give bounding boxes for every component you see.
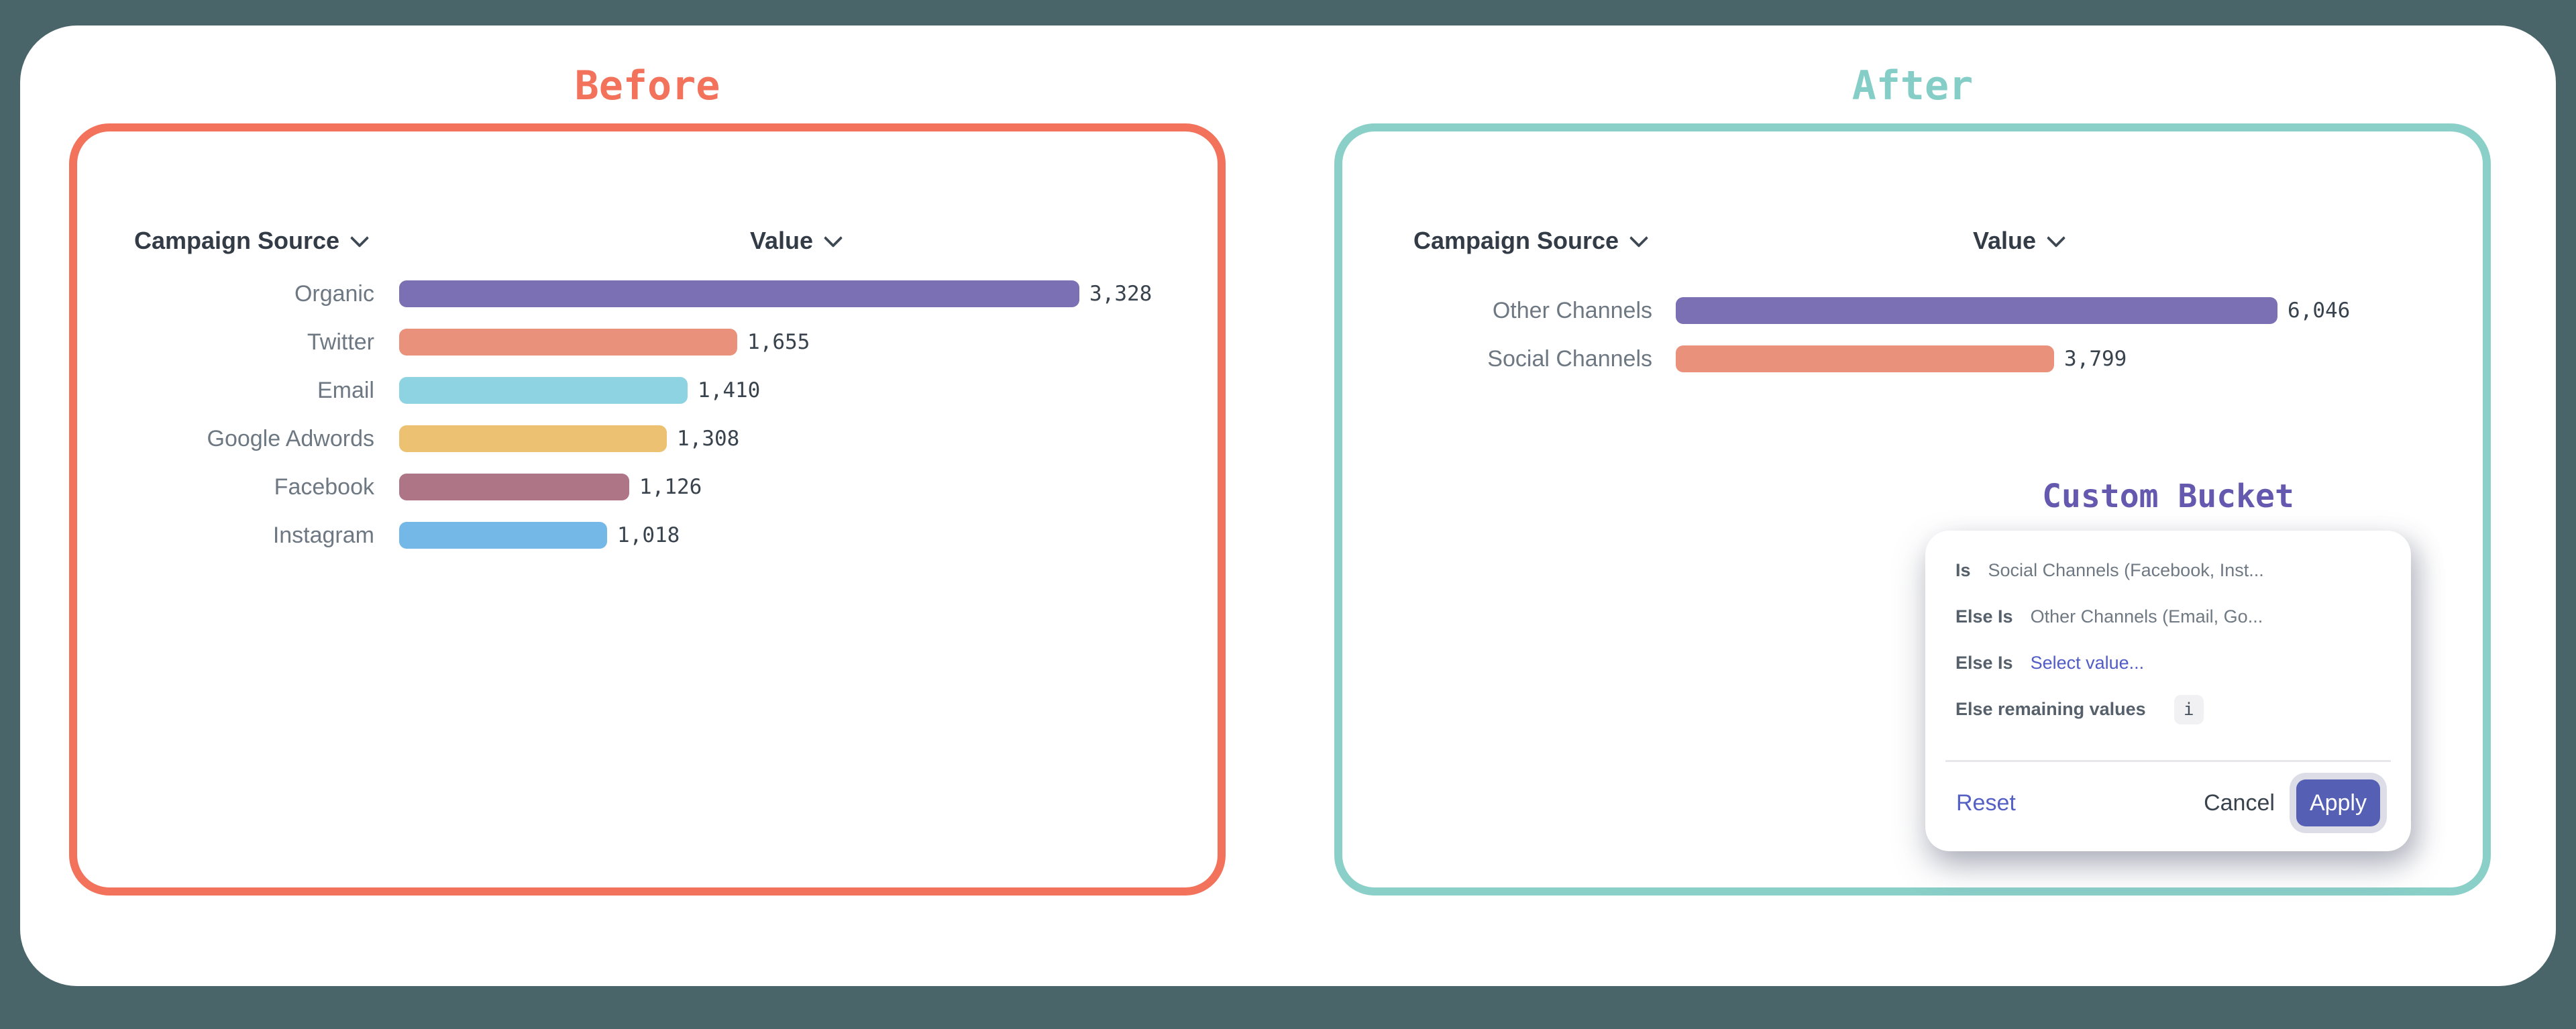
before-bar-chart: Organic 3,328 Twitter 1,655 Email 1,410 Google…	[77, 270, 1152, 559]
category-label: Twitter	[77, 329, 374, 356]
column-header-label: Campaign Source	[134, 227, 339, 254]
dialog-footer: Reset Cancel Apply	[1925, 779, 2411, 826]
bucket-rule-row: Else remaining values i	[1925, 686, 2411, 733]
category-label: Google Adwords	[77, 426, 374, 452]
value-label: 1,655	[747, 330, 810, 354]
rule-value[interactable]: Other Channels (Email, Go...	[2031, 606, 2263, 627]
value-label: 3,328	[1089, 282, 1152, 306]
value-label: 1,126	[639, 475, 702, 499]
after-column-header-campaign-source[interactable]: Campaign Source	[1413, 227, 1646, 255]
after-bar-chart: Other Channels 6,046 Social Channels 3,799	[1342, 286, 2350, 383]
chart-row: Instagram 1,018	[77, 511, 1152, 559]
bar	[1676, 297, 2277, 324]
rule-operator-label: Else Is	[1955, 606, 2013, 627]
rule-operator-label: Else remaining values	[1955, 699, 2146, 720]
reset-button[interactable]: Reset	[1956, 790, 2016, 816]
custom-bucket-title: Custom Bucket	[1925, 478, 2411, 515]
column-header-label: Campaign Source	[1413, 227, 1619, 254]
cancel-button[interactable]: Cancel	[2204, 790, 2275, 816]
bar	[399, 329, 737, 356]
before-column-header-value[interactable]: Value	[750, 227, 840, 255]
chart-row: Google Adwords 1,308	[77, 415, 1152, 463]
bar	[1676, 345, 2054, 372]
value-label: 1,018	[617, 523, 680, 547]
chart-row: Other Channels 6,046	[1342, 286, 2350, 335]
category-label: Organic	[77, 281, 374, 307]
before-column-header-campaign-source[interactable]: Campaign Source	[134, 227, 366, 255]
bar	[399, 474, 629, 500]
category-label: Email	[77, 378, 374, 404]
bucket-rule-row: Is Social Channels (Facebook, Inst...	[1925, 547, 2411, 594]
after-title: After	[1334, 64, 2491, 107]
category-label: Facebook	[77, 474, 374, 500]
chart-row: Twitter 1,655	[77, 318, 1152, 366]
category-label: Social Channels	[1342, 346, 1652, 372]
bar	[399, 377, 688, 404]
select-value-link[interactable]: Select value...	[2031, 653, 2145, 673]
chart-row: Social Channels 3,799	[1342, 335, 2350, 383]
info-icon[interactable]: i	[2174, 695, 2204, 724]
stage: Before Campaign Source Value Organic 3,32…	[0, 0, 2576, 1029]
chart-row: Facebook 1,126	[77, 463, 1152, 511]
bar	[399, 522, 607, 549]
bar	[399, 280, 1079, 307]
rule-operator-label: Is	[1955, 560, 1971, 581]
value-label: 1,308	[677, 427, 739, 451]
after-column-header-value[interactable]: Value	[1973, 227, 2063, 255]
apply-button[interactable]: Apply	[2296, 779, 2380, 826]
category-label: Instagram	[77, 523, 374, 549]
value-label: 1,410	[698, 378, 760, 402]
rule-operator-label: Else Is	[1955, 653, 2013, 673]
chart-row: Organic 3,328	[77, 270, 1152, 318]
bucket-rule-row: Else Is Other Channels (Email, Go...	[1925, 594, 2411, 640]
bar	[399, 425, 667, 452]
column-header-label: Value	[750, 227, 813, 254]
chevron-down-icon	[1629, 229, 1648, 248]
category-label: Other Channels	[1342, 298, 1652, 324]
dialog-divider	[1945, 760, 2391, 762]
column-header-label: Value	[1973, 227, 2036, 254]
chevron-down-icon	[824, 229, 843, 248]
value-label: 6,046	[2288, 299, 2350, 323]
bucket-rule-row: Else Is Select value...	[1925, 640, 2411, 686]
custom-bucket-dialog: Is Social Channels (Facebook, Inst... El…	[1925, 531, 2411, 851]
value-label: 3,799	[2064, 347, 2127, 371]
bucket-rules-list: Is Social Channels (Facebook, Inst... El…	[1925, 531, 2411, 733]
chevron-down-icon	[350, 229, 369, 248]
chart-row: Email 1,410	[77, 366, 1152, 415]
before-title: Before	[69, 64, 1226, 107]
rule-value[interactable]: Social Channels (Facebook, Inst...	[1988, 560, 2264, 581]
chevron-down-icon	[2047, 229, 2065, 248]
